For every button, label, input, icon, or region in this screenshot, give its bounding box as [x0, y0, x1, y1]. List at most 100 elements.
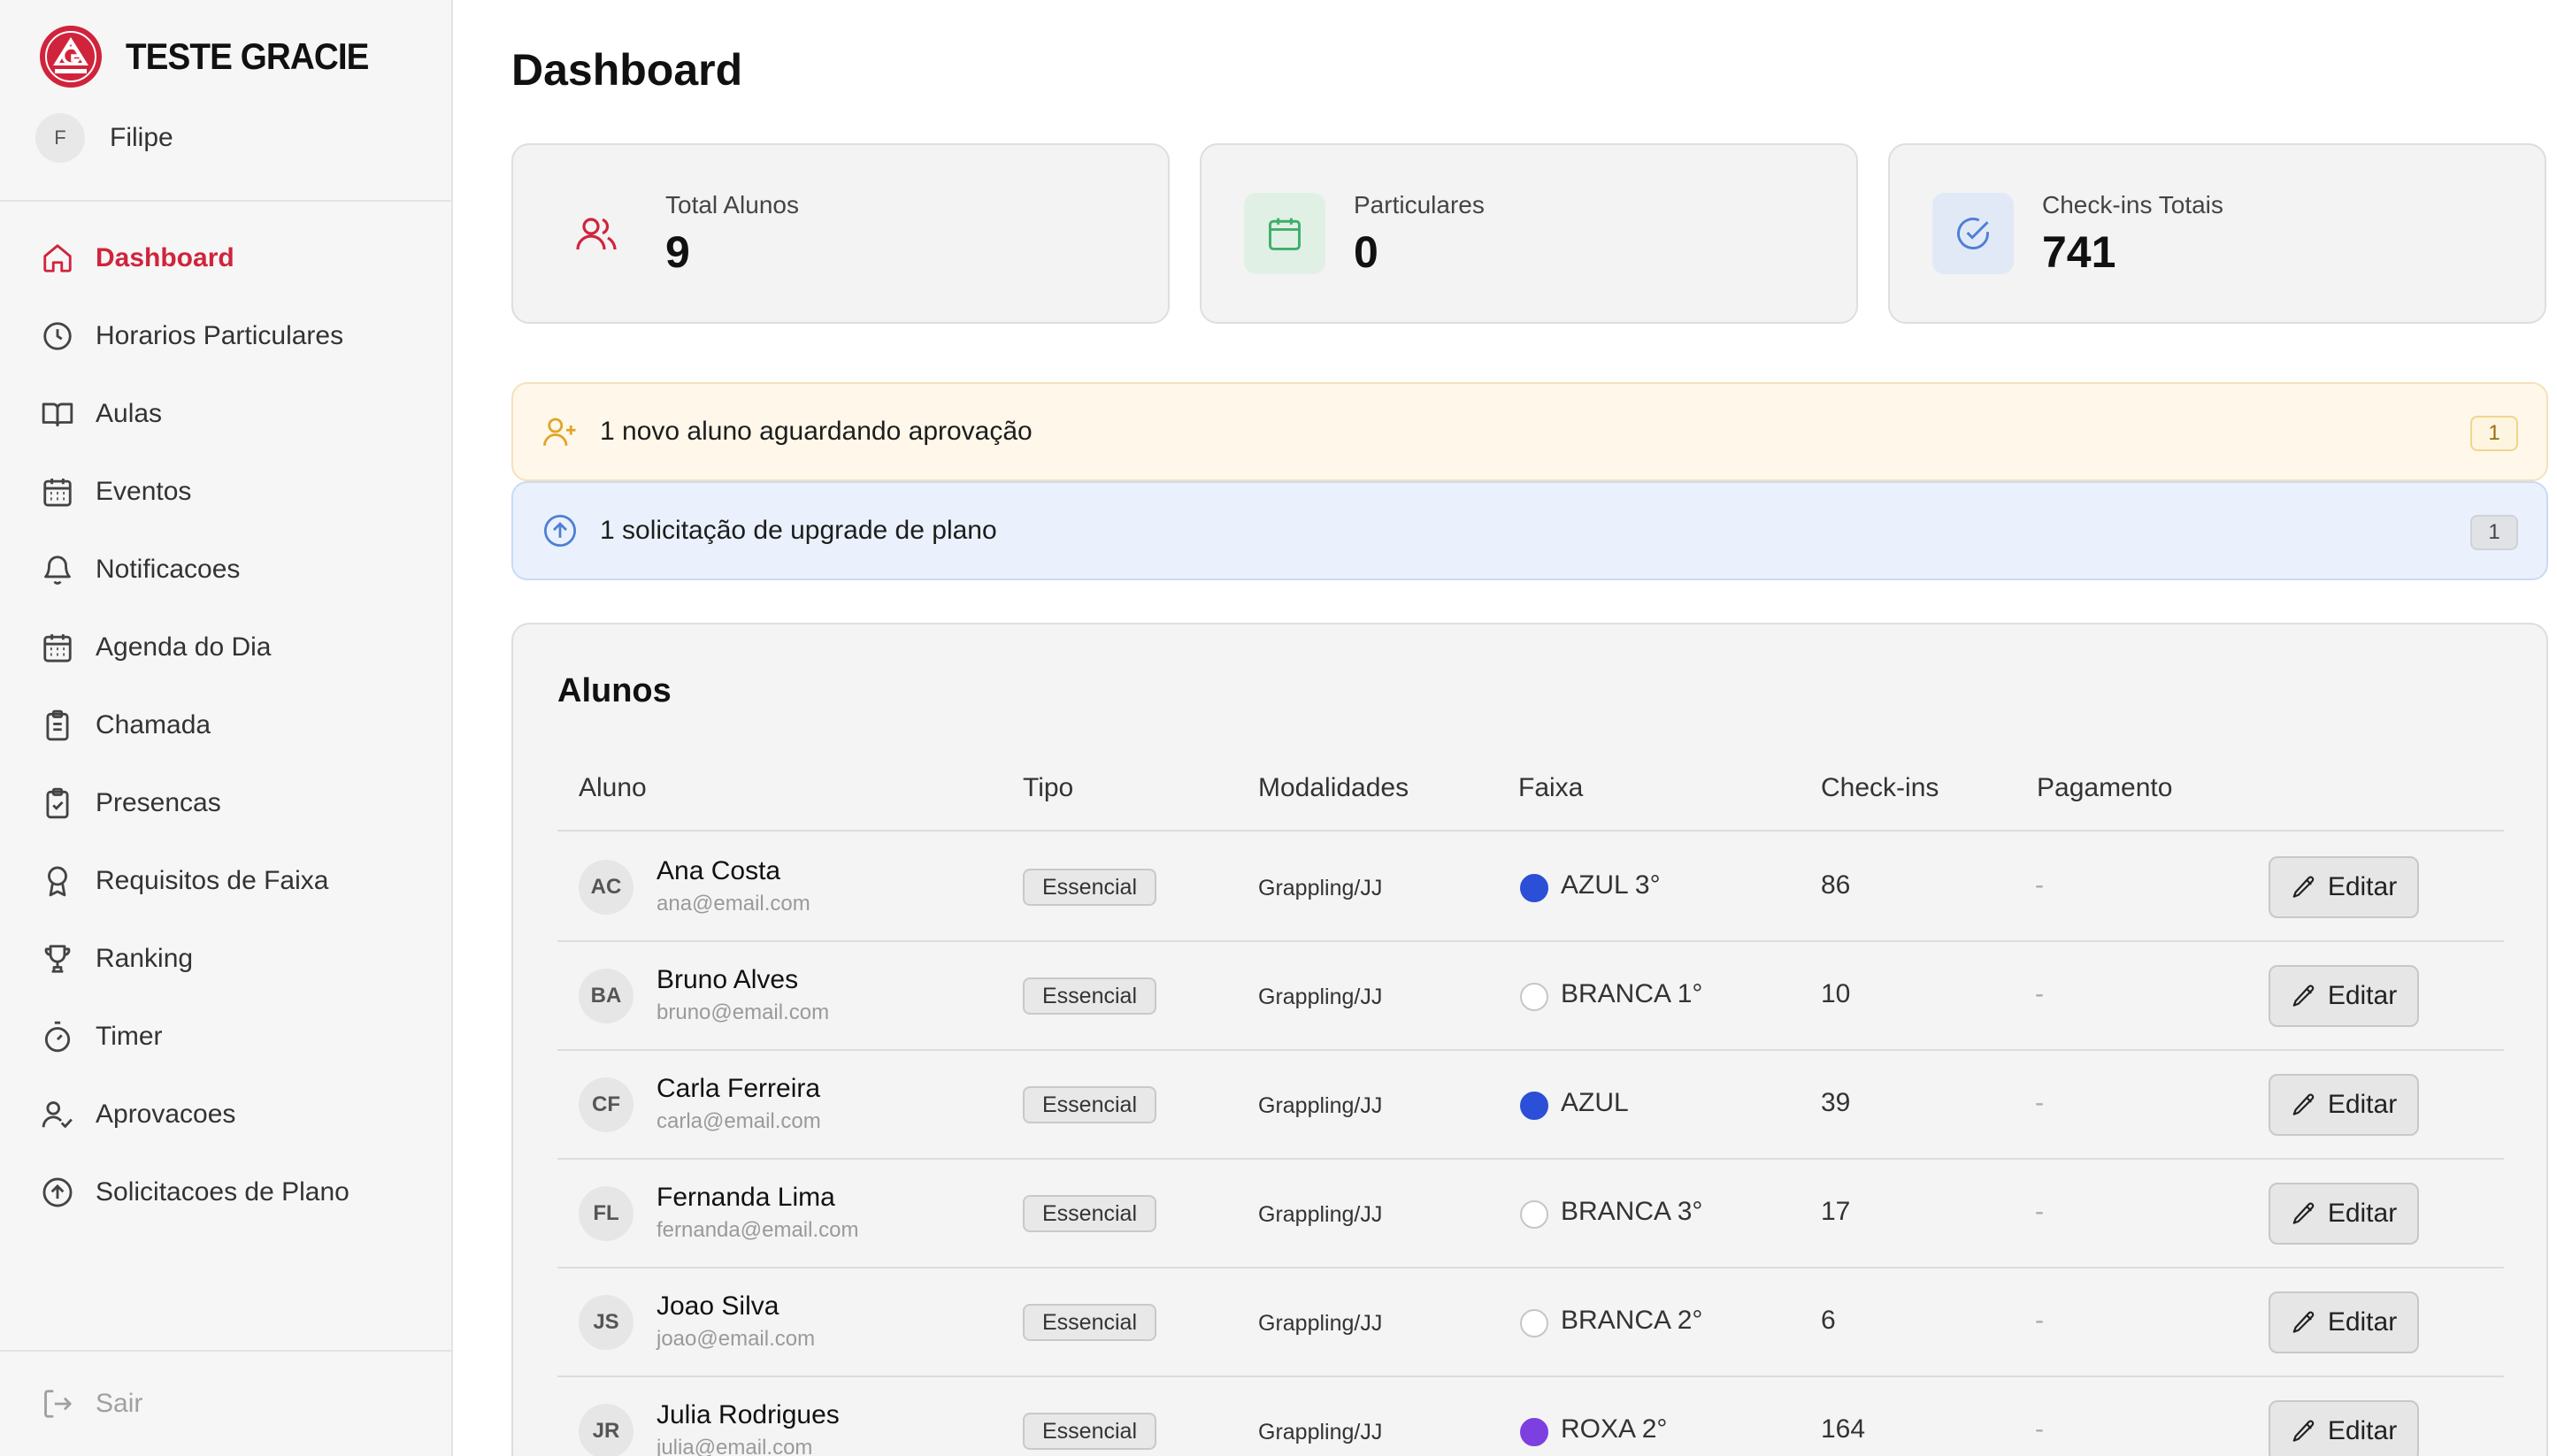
logout-label: Sair [96, 1389, 143, 1418]
column-header-check-ins: Check-ins [1821, 773, 1939, 802]
book-icon [41, 397, 74, 431]
sidebar-item-dashboard[interactable]: Dashboard [0, 219, 451, 297]
column-header-pagamento: Pagamento [2037, 773, 2173, 802]
belt-rank: BRANCA 3° [1561, 1197, 1703, 1226]
sidebar-item-timer[interactable]: Timer [0, 998, 451, 1076]
table-row[interactable]: AC Ana Costa ana@email.com Essencial Grappli… [557, 833, 2504, 942]
stat-label: Particulares [1354, 191, 1485, 218]
bell-icon [41, 553, 74, 586]
sidebar-nav: Dashboard Horarios Particulares Aulas Ev… [0, 219, 451, 1231]
user-profile[interactable]: F Filipe [35, 113, 173, 163]
logout-button[interactable]: Sair [41, 1387, 142, 1421]
modalities: Grappling/JJ [1258, 1420, 1383, 1445]
belt-rank: AZUL 3° [1561, 870, 1661, 900]
table-row[interactable]: FL Fernanda Lima fernanda@email.com Essenci… [557, 1160, 2504, 1268]
sidebar-item-presencas[interactable]: Presencas [0, 764, 451, 842]
sidebar-item-aulas[interactable]: Aulas [0, 375, 451, 453]
payment-status: - [2035, 1088, 2044, 1117]
avatar: BA [579, 969, 633, 1023]
student-email: ana@email.com [657, 892, 810, 916]
modalities: Grappling/JJ [1258, 876, 1383, 900]
belt-color-dot [1520, 1092, 1548, 1120]
table-row[interactable]: CF Carla Ferreira carla@email.com Essencial… [557, 1051, 2504, 1160]
table-row[interactable]: JR Julia Rodrigues julia@email.com Essencia… [557, 1377, 2504, 1456]
plan-type-badge: Essencial [1023, 869, 1156, 906]
pending-approval-alert[interactable]: 1 novo aluno aguardando aprovação 1 [511, 382, 2548, 481]
avatar: JR [579, 1404, 633, 1456]
payment-status: - [2035, 1414, 2044, 1444]
user-plus-icon [541, 413, 579, 450]
plan-type-badge: Essencial [1023, 1304, 1156, 1341]
sidebar-item-solicitacoes-de-plano[interactable]: Solicitacoes de Plano [0, 1153, 451, 1231]
stat-value: 9 [665, 227, 690, 277]
pencil-icon [2291, 1092, 2317, 1118]
modalities: Grappling/JJ [1258, 1311, 1383, 1336]
pencil-icon [2291, 983, 2317, 1009]
column-header-aluno: Aluno [579, 773, 647, 802]
stat-value: 0 [1354, 227, 1378, 277]
students-card: Alunos Aluno Tipo Modalidades Faixa Chec… [511, 623, 2548, 1456]
students-title: Alunos [557, 672, 672, 709]
stat-label: Total Alunos [665, 191, 799, 218]
stat-card-total-alunos: Total Alunos 9 [511, 143, 1170, 324]
edit-button[interactable]: Editar [2269, 856, 2419, 918]
sidebar-item-notificacoes[interactable]: Notificacoes [0, 531, 451, 609]
edit-button[interactable]: Editar [2269, 965, 2419, 1027]
sidebar-item-agenda-do-dia[interactable]: Agenda do Dia [0, 609, 451, 686]
edit-label: Editar [2327, 1416, 2398, 1445]
brand[interactable]: TESTE GRACIE [39, 25, 389, 88]
sidebar-item-label: Notificacoes [96, 555, 241, 584]
checkin-count: 86 [1821, 870, 1851, 900]
sidebar-item-horarios-particulares[interactable]: Horarios Particulares [0, 297, 451, 375]
belt-rank: BRANCA 2° [1561, 1306, 1703, 1335]
edit-button[interactable]: Editar [2269, 1400, 2419, 1456]
logout-icon [41, 1387, 74, 1421]
table-row[interactable]: BA Bruno Alves bruno@email.com Essencial Gra… [557, 942, 2504, 1051]
plan-type-badge: Essencial [1023, 1413, 1156, 1450]
user-name: Filipe [110, 123, 173, 152]
sidebar-item-label: Dashboard [96, 243, 234, 272]
alert-text: 1 novo aluno aguardando aprovação [600, 417, 1033, 446]
sidebar-item-eventos[interactable]: Eventos [0, 453, 451, 531]
sidebar-item-label: Chamada [96, 710, 211, 739]
timer-icon [41, 1020, 74, 1054]
edit-button[interactable]: Editar [2269, 1183, 2419, 1245]
belt-color-dot [1520, 1200, 1548, 1229]
edit-label: Editar [2327, 981, 2398, 1010]
stat-value: 741 [2042, 227, 2116, 277]
checkin-count: 39 [1821, 1088, 1851, 1117]
sidebar-divider [0, 200, 451, 202]
student-email: julia@email.com [657, 1436, 813, 1456]
stat-card-particulares: Particulares 0 [1200, 143, 1858, 324]
sidebar-item-aprovacoes[interactable]: Aprovacoes [0, 1076, 451, 1153]
modalities: Grappling/JJ [1258, 1093, 1383, 1118]
sidebar-item-label: Aulas [96, 399, 163, 428]
edit-button[interactable]: Editar [2269, 1291, 2419, 1353]
page-title: Dashboard [511, 45, 743, 95]
brand-name: TESTE GRACIE [126, 35, 369, 77]
user-check-icon [41, 1098, 74, 1131]
student-name: Ana Costa [657, 856, 781, 885]
alert-count-badge: 1 [2470, 416, 2518, 451]
edit-label: Editar [2327, 1307, 2398, 1337]
column-header-faixa: Faixa [1518, 773, 1584, 802]
arrow-up-circle-icon [41, 1176, 74, 1209]
payment-status: - [2035, 1306, 2044, 1335]
table-row[interactable]: JS Joao Silva joao@email.com Essencial Grapp… [557, 1268, 2504, 1377]
checkin-count: 17 [1821, 1197, 1851, 1226]
avatar: JS [579, 1295, 633, 1350]
sidebar-item-chamada[interactable]: Chamada [0, 686, 451, 764]
award-icon [41, 864, 74, 898]
payment-status: - [2035, 979, 2044, 1008]
modalities: Grappling/JJ [1258, 1202, 1383, 1227]
sidebar-item-label: Horarios Particulares [96, 321, 344, 350]
sidebar-item-requisitos-de-faixa[interactable]: Requisitos de Faixa [0, 842, 451, 920]
plan-upgrade-alert[interactable]: 1 solicitação de upgrade de plano 1 [511, 481, 2548, 580]
calendar-icon [1244, 193, 1325, 274]
edit-button[interactable]: Editar [2269, 1074, 2419, 1136]
edit-label: Editar [2327, 1090, 2398, 1119]
alert-text: 1 solicitação de upgrade de plano [600, 516, 997, 545]
sidebar-item-label: Presencas [96, 788, 221, 817]
belt-color-dot [1520, 1309, 1548, 1337]
sidebar-item-ranking[interactable]: Ranking [0, 920, 451, 998]
